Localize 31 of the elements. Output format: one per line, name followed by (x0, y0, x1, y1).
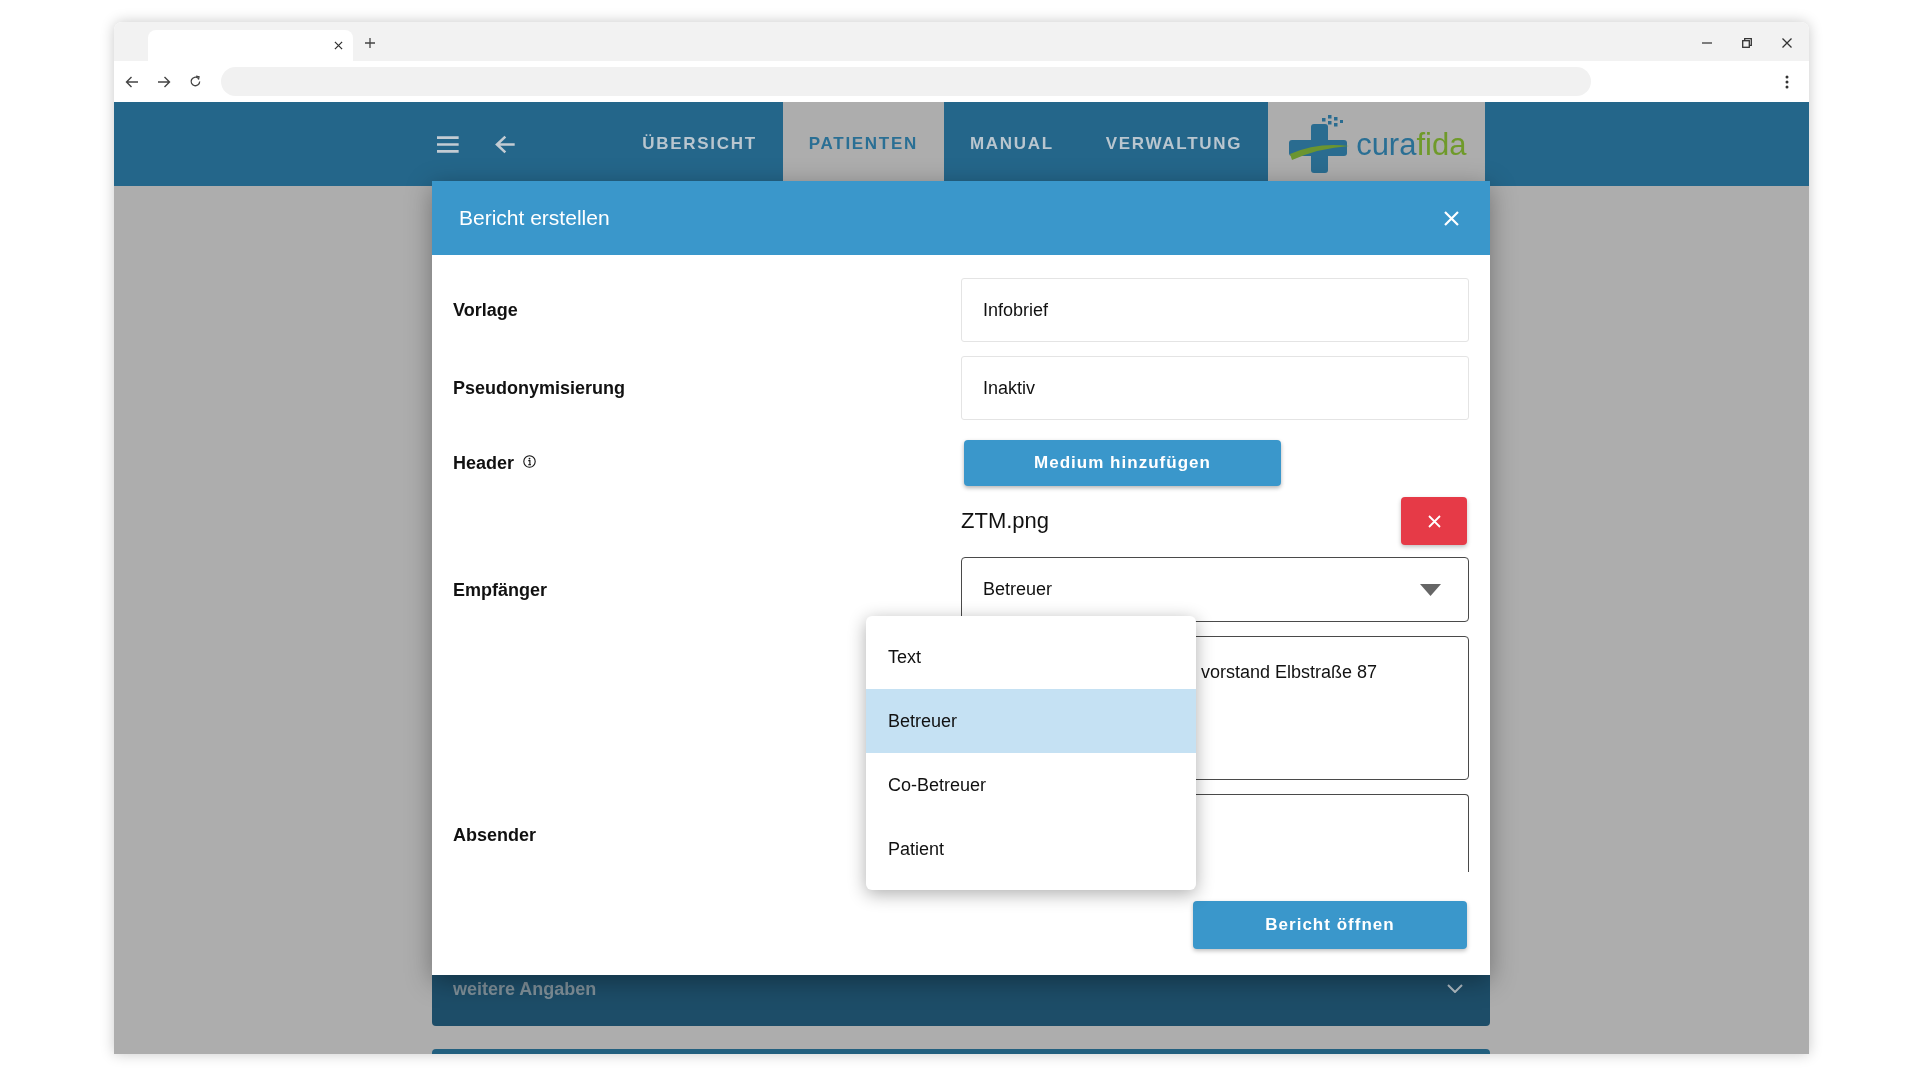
nav-tab[interactable]: VERWALTUNG (1079, 102, 1269, 186)
dropdown-option[interactable]: Betreuer (866, 689, 1196, 753)
field-label: Header (453, 452, 515, 474)
forward-icon[interactable] (157, 75, 171, 88)
back-icon[interactable] (125, 75, 139, 88)
close-icon[interactable] (334, 41, 343, 50)
logo-wordmark: curafida (1356, 128, 1467, 160)
text-field[interactable]: Infobrief (961, 278, 1469, 342)
dialog-title: Bericht erstellen (459, 205, 610, 231)
back-arrow-icon[interactable] (494, 134, 516, 154)
panel-title: weitere Angaben (453, 978, 597, 1000)
chevron-down-icon[interactable] (1447, 984, 1463, 993)
close-icon[interactable] (1782, 38, 1792, 48)
nav-tab[interactable]: ÜBERSICHT (616, 102, 783, 186)
caret-icon[interactable] (1420, 583, 1441, 596)
menu-icon[interactable] (437, 135, 459, 153)
dropdown-option[interactable]: Patient (866, 817, 1196, 881)
field-label: Absender (453, 824, 537, 846)
text-field[interactable]: Inaktiv (961, 356, 1469, 420)
plus-icon[interactable] (365, 38, 375, 48)
more-icon[interactable] (1785, 74, 1789, 89)
field-label: Empfänger (453, 578, 548, 601)
medical-cross-logo-icon (1289, 115, 1350, 173)
field-label: Pseudonymisierung (453, 377, 626, 399)
restore-icon[interactable] (1742, 38, 1752, 48)
field-label: Vorlage (453, 299, 518, 321)
close-icon (1427, 514, 1441, 528)
nav-tab[interactable]: MANUAL (943, 102, 1080, 186)
file-name: ZTM.png (961, 508, 1050, 534)
reload-icon[interactable] (189, 75, 202, 88)
info-icon[interactable] (523, 454, 537, 468)
